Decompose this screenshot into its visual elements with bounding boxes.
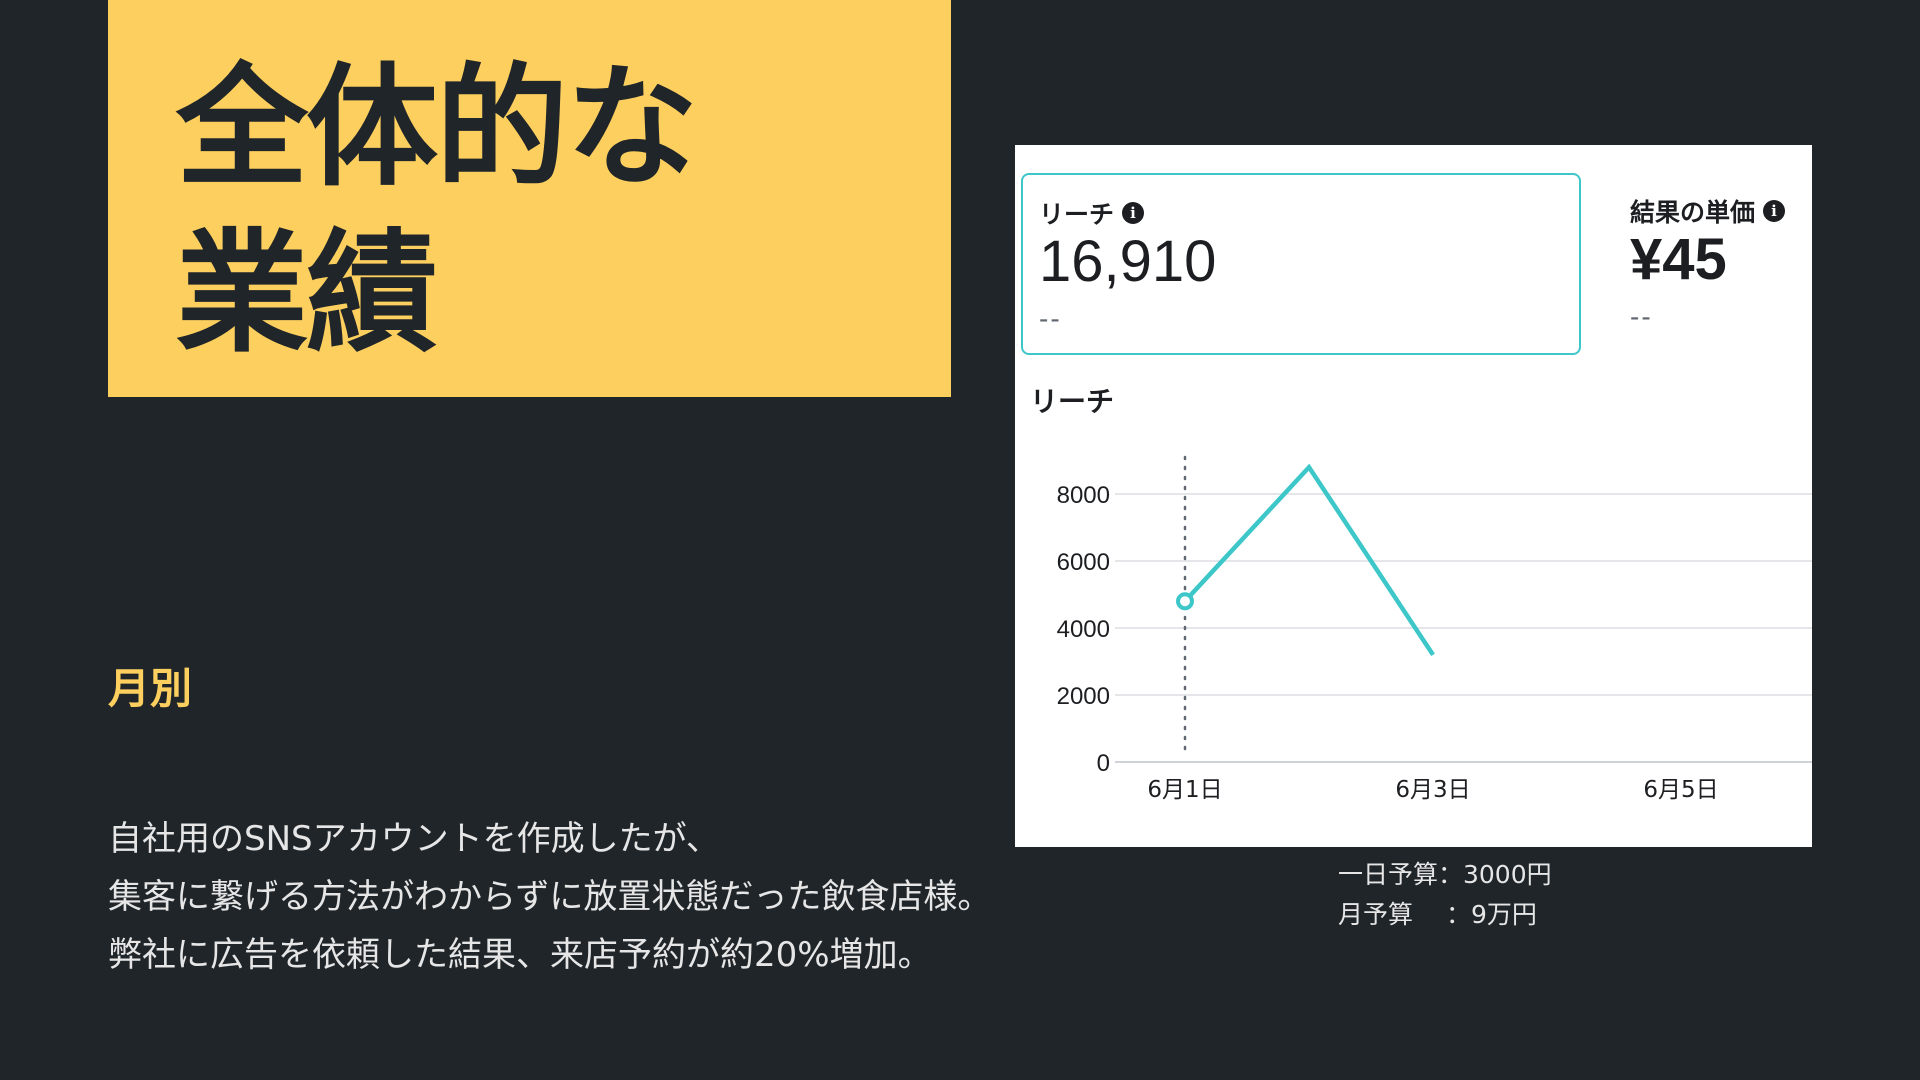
reach-line-chart: 0 2000 4000 6000 8000 6月1日 6月3日 6月5日 [1057,455,1812,803]
x-tick-label: 6月3日 [1395,777,1470,803]
y-tick-label: 6000 [1057,549,1110,576]
y-tick-label: 4000 [1057,616,1110,643]
description-line-2: 集客に繋げる方法がわからずに放置状態だった飲食店様。 [108,877,992,917]
page-title-line-1: 全体的な [176,51,698,205]
y-tick-label: 0 [1097,750,1110,777]
page-title-line-2: 業績 [176,217,438,371]
y-tick-label: 8000 [1057,482,1110,509]
y-tick-label: 2000 [1057,683,1110,710]
monthly-budget: 月予算 ：9万円 [1338,900,1537,929]
x-tick-label: 6月5日 [1643,777,1718,803]
title-banner: 全体的な 業績 [108,0,951,397]
description-line-3: 弊社に広告を依頼した結果、来店予約が約20%増加。 [108,935,932,975]
section-label: 月別 [108,664,193,713]
data-point-highlight [1176,592,1194,611]
budget-note: 一日予算：3000円 月予算 ：9万円 [1338,855,1552,935]
ads-dashboard-card: リーチ i 16,910 -- 結果の単価 i ¥45 -- リーチ 0 2000… [1015,145,1812,847]
x-tick-label: 6月1日 [1147,777,1222,803]
data-point [1432,654,1434,656]
description: 自社用のSNSアカウントを作成したが、 集客に繋げる方法がわからずに放置状態だっ… [108,810,992,984]
description-line-1: 自社用のSNSアカウントを作成したが、 [108,819,720,859]
data-point [1308,466,1310,468]
daily-budget: 一日予算：3000円 [1338,860,1552,889]
